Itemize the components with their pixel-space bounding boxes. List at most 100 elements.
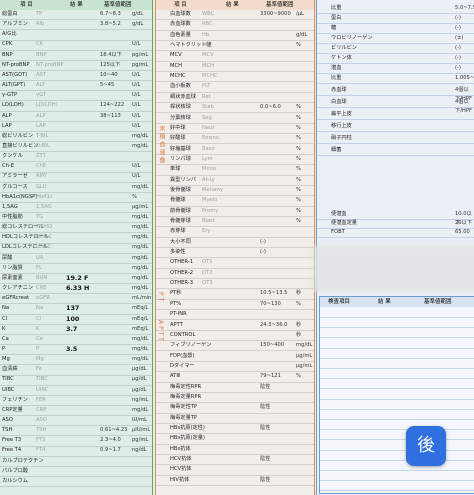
urinalysis-panel: 比重 5.0~7.5 蛋白 (-) 糖 (-) ウロビリノーゲン (±) ビリルビン (-) ケトン…	[313, 0, 474, 495]
table-row: 直接ビリルビン D-BIL mg/dL	[0, 142, 152, 153]
row-name: PT%	[170, 300, 182, 307]
row-name: HBs抗原(定性)	[170, 425, 205, 431]
table-row: グルコース GLU mg/dL	[0, 183, 152, 193]
item-name: 細菌	[331, 147, 342, 153]
item-name: 白血球	[331, 99, 347, 105]
row-name: BNP	[2, 51, 13, 58]
row-unit: mg/dL	[132, 406, 149, 413]
row-ref: 陰性	[260, 383, 271, 390]
table-row: 単球 Mono%	[156, 165, 314, 176]
table-row: PT% 70~130%	[156, 300, 314, 311]
lower-header-ref: 基準値範囲	[424, 299, 452, 305]
table-row: 梅毒定量RPR	[156, 393, 314, 404]
list-item: ウロビリノーゲン (±)	[317, 34, 474, 45]
row-name: 大小不同	[170, 238, 191, 245]
row-unit: %	[296, 197, 301, 204]
item-ref: (-)	[455, 25, 461, 31]
row-abbr: Baso	[202, 145, 215, 152]
row-unit: U/L	[132, 112, 141, 119]
table-row: パルプロ酸	[0, 467, 152, 478]
item-name: 扁平上皮	[331, 111, 352, 117]
back-button[interactable]: 後	[406, 426, 446, 466]
table-row: MCV MCV	[156, 51, 314, 62]
row-name: Dダイマー	[170, 362, 195, 369]
item-ref: 65.00	[455, 229, 470, 235]
row-name: ATⅢ	[170, 373, 180, 380]
table-row: 1,5AG 1,5AG μg/mL	[0, 203, 152, 214]
row-ref: 124~222	[100, 102, 125, 109]
table-row: OTHER-2 OT2	[156, 269, 314, 280]
row-abbr: LAP	[36, 122, 46, 129]
row-unit: /μL	[296, 11, 304, 17]
item-ref: 5.0~7.5	[455, 5, 474, 11]
row-ref: (-)	[260, 238, 266, 245]
table-row: Ca Ca mg/dL	[0, 335, 152, 346]
row-name: HBs抗体	[170, 445, 191, 452]
row-abbr: T-CHO	[36, 224, 53, 231]
row-name: 多染性	[170, 249, 186, 256]
row-name: グルコース	[2, 183, 28, 190]
row-name: K	[2, 325, 6, 332]
row-value: 19.2 F	[66, 273, 89, 282]
row-unit: U/L	[132, 82, 141, 89]
row-abbr: UIBC	[36, 386, 49, 393]
table-row: MCH MCH	[156, 62, 314, 73]
item-name: 比重	[331, 5, 342, 11]
row-name: AST(GOT)	[2, 71, 28, 78]
row-ref: (-)	[260, 249, 266, 256]
row-ref: 0.9~1.7	[100, 447, 121, 454]
row-abbr: Promy	[202, 207, 219, 214]
row-name: PT秒	[170, 290, 182, 297]
row-name: 尿酸	[2, 254, 13, 261]
item-ref: (±)	[455, 35, 464, 41]
table-row: 好塩基球 Baso%	[156, 145, 314, 155]
list-item: 蛋白 (-)	[317, 14, 474, 25]
table-row: 前骨髄球 Promy%	[156, 207, 314, 217]
row-ref: 陰性	[260, 425, 271, 431]
table-row: 骨髄球 Myelo%	[156, 196, 314, 207]
row-abbr: TIBC	[36, 376, 48, 383]
table-row: フェリチン FER ng/mL	[0, 396, 152, 406]
row-name: Mg	[2, 356, 10, 363]
row-abbr: Alb	[36, 21, 45, 28]
row-name: TSH	[2, 427, 13, 434]
row-unit: g/dL	[296, 31, 308, 38]
table-row: 梅毒定量TP	[156, 414, 314, 424]
table-row: フィブリノーゲン 150~400 mg/dL	[156, 341, 314, 352]
row-unit: mg/dL	[132, 345, 149, 352]
row-unit: %	[132, 193, 137, 200]
row-ref: 陰性	[260, 476, 271, 483]
table-row: 好中球 Neut%	[156, 124, 314, 135]
row-abbr: BNP	[36, 51, 47, 58]
row-name: NT-proBNP	[2, 61, 30, 68]
header-ref: 基準値範囲	[104, 2, 132, 8]
row-unit: %	[296, 176, 301, 183]
row-abbr: LD(LDH)	[36, 102, 58, 109]
row-abbr: At-Ly	[202, 176, 215, 183]
row-abbr: ASO	[36, 417, 47, 423]
row-unit: 秒	[296, 331, 302, 338]
row-name: 骨髄芽球	[170, 218, 191, 224]
row-unit: mg/dL	[132, 183, 149, 190]
row-ref: 3.8~5.2	[100, 21, 121, 28]
row-value: 3.7	[66, 324, 78, 333]
table-row: 梅毒定性TP 陰性	[156, 403, 314, 414]
row-abbr: FT3	[36, 437, 46, 444]
row-name: 血小板数	[170, 83, 191, 90]
lower-header-result: 結 果	[378, 299, 391, 305]
row-ref: 79~121	[260, 373, 281, 380]
table-row: HBs抗原(定性) 陰性	[156, 424, 314, 435]
row-unit: %	[296, 114, 301, 121]
row-name: OTHER-3	[170, 280, 193, 287]
row-ref: 陰性	[260, 404, 271, 411]
list-item: 硝子円柱	[317, 134, 474, 145]
row-abbr: MCHC	[202, 73, 218, 80]
row-unit: U/L	[132, 41, 141, 48]
list-item: 糖 (-)	[317, 24, 474, 35]
other-rows: 便潜血 10.0以下 便潜血定量 20以下 FOBT 65.00	[317, 210, 474, 240]
item-ref: 20以下	[455, 220, 472, 226]
row-abbr: Fe	[36, 366, 42, 373]
row-name: HIV抗体	[170, 476, 190, 483]
row-value: 100	[66, 314, 80, 323]
row-name: 前骨髄球	[170, 207, 191, 214]
